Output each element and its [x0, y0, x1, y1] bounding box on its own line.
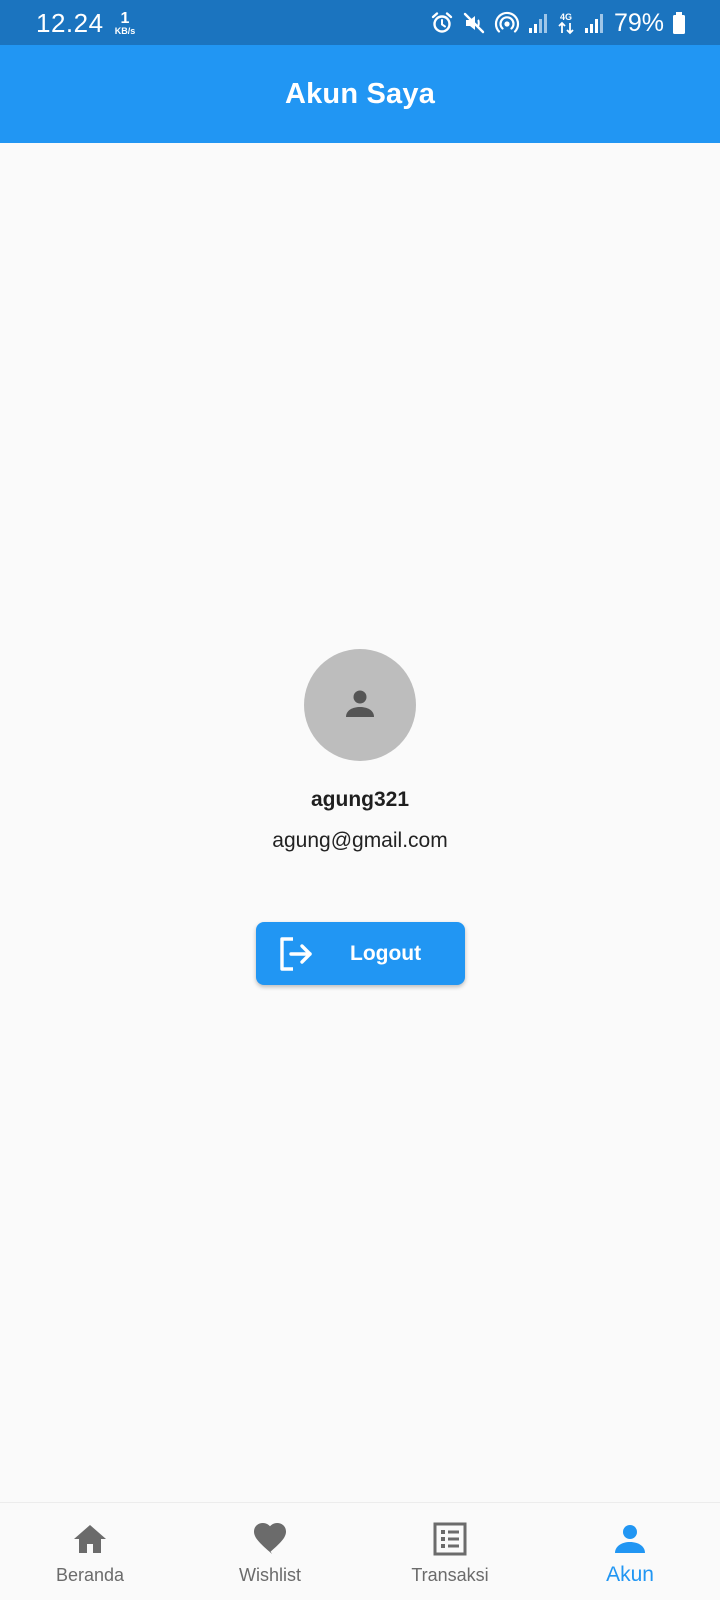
- hotspot-icon: [494, 10, 520, 36]
- nav-item-transaksi[interactable]: Transaksi: [360, 1503, 540, 1600]
- network-speed: 1 KB/s: [110, 10, 140, 37]
- page-title: Akun Saya: [284, 77, 436, 110]
- logout-icon: [278, 936, 314, 972]
- nav-item-beranda[interactable]: Beranda: [0, 1503, 180, 1600]
- signal-icon: [528, 12, 548, 34]
- heart-icon: [252, 1521, 288, 1557]
- person-icon: [612, 1521, 648, 1557]
- nav-label-transaksi: Transaksi: [411, 1565, 489, 1585]
- user-email: agung@gmail.com: [272, 829, 448, 852]
- signal-icon-2: [584, 12, 604, 34]
- avatar: [304, 649, 416, 761]
- logout-button[interactable]: Logout: [256, 922, 465, 985]
- logout-label: Logout: [350, 942, 422, 965]
- nav-label-wishlist: Wishlist: [239, 1565, 301, 1585]
- battery-icon: [672, 11, 686, 35]
- network-speed-unit: KB/s: [114, 26, 136, 36]
- home-icon: [72, 1521, 108, 1557]
- nav-item-wishlist[interactable]: Wishlist: [180, 1503, 360, 1600]
- status-icons: 4G 79%: [430, 10, 686, 36]
- svg-text:4G: 4G: [560, 12, 572, 22]
- nav-item-akun[interactable]: Akun: [540, 1503, 720, 1600]
- alarm-icon: [430, 11, 454, 35]
- username: agung321: [310, 788, 410, 811]
- battery-percent: 79%: [613, 9, 664, 37]
- bottom-navigation: Beranda Wishlist Transaksi Akun: [0, 1502, 720, 1600]
- account-screen: 12.24 1 KB/s 4G 79% Akun Saya agung321 a…: [0, 0, 720, 1600]
- nav-label-akun: Akun: [606, 1563, 654, 1586]
- receipt-list-icon: [432, 1521, 468, 1557]
- mute-icon: [462, 11, 486, 35]
- app-bar: Akun Saya: [0, 45, 720, 143]
- network-speed-value: 1: [120, 10, 130, 27]
- person-icon: [344, 687, 376, 724]
- nav-label-beranda: Beranda: [55, 1565, 125, 1585]
- status-bar: 12.24 1 KB/s 4G 79%: [0, 0, 720, 45]
- 4g-icon: 4G: [556, 11, 576, 35]
- status-time: 12.24: [36, 8, 104, 38]
